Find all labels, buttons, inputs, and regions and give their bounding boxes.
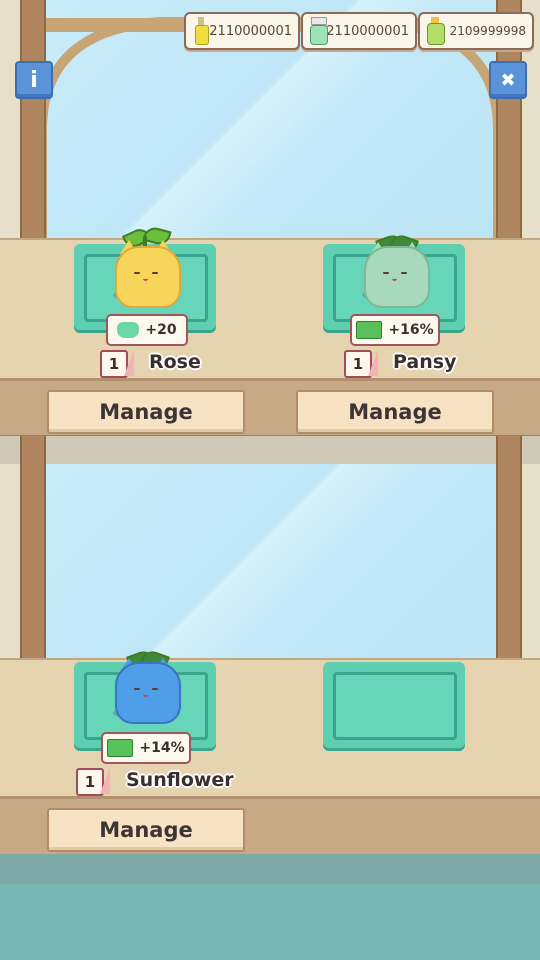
level-value: 1 — [352, 355, 364, 373]
level-ribbon — [124, 350, 134, 376]
bonus-badge-rose: +20 — [106, 314, 188, 346]
resource-water[interactable]: 2110000001 — [184, 12, 300, 50]
plant-pansy[interactable] — [363, 232, 430, 308]
info-button[interactable]: i — [15, 61, 53, 99]
bonus-value: +16% — [388, 322, 434, 338]
floor — [0, 884, 540, 960]
plant-name-sunflower: Sunflower — [126, 769, 234, 791]
resource-fertilizer-value: 2109999998 — [449, 24, 526, 38]
info-icon: i — [30, 67, 38, 93]
floor-divider — [0, 436, 540, 464]
floor-strip — [0, 854, 540, 884]
plant-name-rose: Rose — [149, 351, 201, 373]
level-ribbon — [368, 350, 378, 376]
window-frame-left — [20, 0, 46, 240]
window-frame-right-lower — [496, 436, 522, 660]
manage-button-pansy[interactable]: Manage — [296, 390, 494, 434]
close-icon: ✖ — [500, 69, 516, 91]
manage-button-rose[interactable]: Manage — [47, 390, 245, 434]
window-lower — [44, 464, 496, 660]
planter-slot-empty[interactable] — [323, 662, 465, 748]
manage-button-label: Manage — [99, 818, 193, 842]
bonus-value: +14% — [139, 740, 185, 756]
resource-fertilizer[interactable]: 2109999998 — [418, 12, 534, 50]
plant-rose[interactable] — [114, 224, 181, 308]
resource-spray-value: 2110000001 — [326, 23, 409, 39]
manage-button-label: Manage — [348, 400, 442, 424]
plant-name-pansy: Pansy — [393, 351, 457, 373]
bonus-badge-pansy: +16% — [350, 314, 440, 346]
resource-water-value: 2110000001 — [209, 23, 292, 39]
bonus-badge-sunflower: +14% — [101, 732, 191, 764]
yellow-bottle-icon — [192, 17, 209, 45]
spray-bottle-icon — [309, 17, 328, 45]
window-frame-left-lower — [20, 436, 46, 660]
close-button[interactable]: ✖ — [489, 61, 527, 99]
manage-button-sunflower[interactable]: Manage — [47, 808, 245, 852]
manage-button-label: Manage — [99, 400, 193, 424]
money-up-icon — [356, 321, 383, 339]
level-ribbon — [100, 768, 110, 794]
level-value: 1 — [84, 773, 96, 791]
plant-sunflower[interactable] — [114, 648, 181, 724]
cat-face-icon — [117, 322, 140, 338]
resource-spray[interactable]: 2110000001 — [301, 12, 417, 50]
level-value: 1 — [108, 355, 120, 373]
bonus-value: +20 — [145, 322, 177, 338]
money-up-icon — [107, 739, 134, 757]
fertilizer-bottle-icon — [426, 17, 446, 45]
